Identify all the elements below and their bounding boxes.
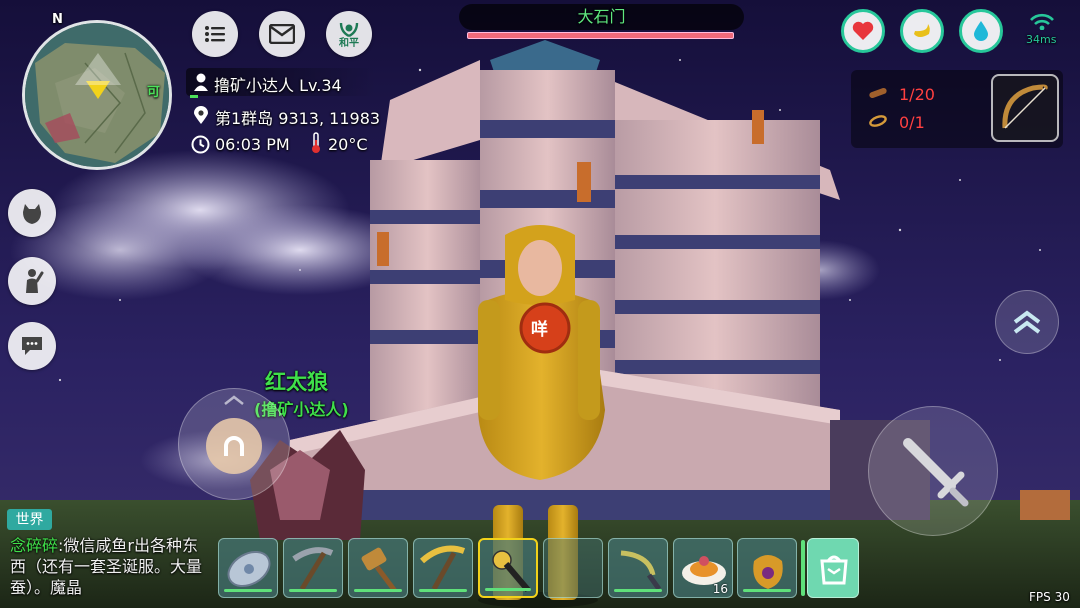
inventory-bag-button[interactable]	[807, 538, 859, 598]
movement-joystick[interactable]	[178, 388, 290, 500]
thermometer-icon	[312, 132, 320, 153]
minimap-label: 可	[147, 85, 161, 100]
player-location: 第1群岛 9313, 11983	[215, 109, 381, 128]
mail-button[interactable]	[259, 11, 305, 57]
location-pin-icon	[194, 106, 208, 124]
hotbar-slot-1[interactable]	[218, 538, 278, 598]
quest-progress-1: 1/20	[899, 85, 935, 104]
chevron-up-icon	[224, 395, 244, 405]
exp-bar	[190, 95, 198, 98]
menu-button[interactable]	[192, 11, 238, 57]
temperature: 20°C	[328, 135, 368, 154]
player-level: Lv.34	[299, 76, 342, 95]
peace-label: 和平	[339, 37, 359, 49]
hotbar-slot-4[interactable]	[413, 538, 473, 598]
hotbar-divider	[801, 540, 805, 596]
hotbar-slot-3[interactable]	[348, 538, 408, 598]
minimap[interactable]: 可	[22, 20, 172, 170]
rope-icon	[869, 115, 887, 127]
hotbar-slot-9[interactable]	[737, 538, 797, 598]
hotbar-slot-2[interactable]	[283, 538, 343, 598]
target-name: 大石门	[577, 7, 626, 26]
target-banner: 大石门	[459, 4, 744, 30]
view-cone-icon	[75, 53, 121, 85]
chat-message[interactable]: 念碎碎:微信咸鱼r出各种东西（还有一套圣诞服。大量蚕）。魔晶	[10, 535, 208, 601]
game-time: 06:03 PM	[215, 135, 290, 154]
horseshoe-icon	[224, 436, 244, 456]
double-chevron-up-icon	[1013, 310, 1041, 334]
mail-icon	[269, 24, 295, 44]
person-icon	[194, 73, 208, 91]
peace-mode-button[interactable]: 和平	[326, 11, 372, 57]
speech-bubble-icon	[22, 337, 42, 355]
person-wave-icon	[26, 269, 44, 293]
hotbar-slot-7[interactable]	[608, 538, 668, 598]
chat-channel: 世界	[15, 512, 44, 528]
jump-button[interactable]	[995, 290, 1059, 354]
target-health-bar	[467, 32, 734, 39]
attack-button[interactable]	[868, 406, 998, 536]
clock-icon	[191, 135, 210, 154]
wood-log-icon	[869, 87, 887, 99]
compass-north: N	[52, 12, 63, 27]
hotbar-slot-8[interactable]: 16	[673, 538, 733, 598]
bow-icon	[1002, 84, 1048, 129]
quest-panel[interactable]: 1/20 0/1	[851, 70, 1063, 148]
water-drop-icon	[974, 21, 988, 41]
laurel-icon	[339, 22, 359, 37]
chat-channel-tag[interactable]: 世界	[7, 509, 52, 530]
wifi-icon	[1030, 13, 1054, 30]
bag-icon	[820, 555, 848, 585]
item-count: 16	[712, 582, 728, 596]
player-name: 撸矿小达人	[214, 76, 295, 95]
player-info-panel: 撸矿小达人 Lv.34 第1群岛 9313, 11983 06:03 PM 20…	[186, 68, 386, 162]
ping-value: 34ms	[1026, 33, 1057, 46]
thirst-status[interactable]	[959, 9, 1003, 53]
heart-icon	[852, 21, 874, 40]
sword-icon	[903, 438, 969, 507]
fps-counter: FPS 30	[1029, 590, 1070, 604]
craft-target-slot[interactable]	[991, 74, 1059, 142]
player-name-row: 撸矿小达人 Lv.34	[186, 68, 376, 98]
dog-icon	[23, 204, 41, 224]
npc-name: 红太狼	[265, 370, 328, 394]
character-badge: 咩	[531, 320, 548, 340]
quest-progress-2: 0/1	[899, 113, 925, 132]
hunger-status[interactable]	[900, 9, 944, 53]
hotbar-slot-5-selected[interactable]	[478, 538, 538, 598]
chat-button[interactable]	[8, 322, 56, 370]
joystick-knob[interactable]	[206, 418, 262, 474]
emote-button[interactable]	[8, 257, 56, 305]
list-icon	[205, 26, 225, 42]
pet-button[interactable]	[8, 189, 56, 237]
banana-icon	[914, 24, 930, 37]
health-status[interactable]	[841, 9, 885, 53]
hotbar-slot-6[interactable]	[543, 538, 603, 598]
chat-sender: 念碎碎	[10, 536, 59, 555]
